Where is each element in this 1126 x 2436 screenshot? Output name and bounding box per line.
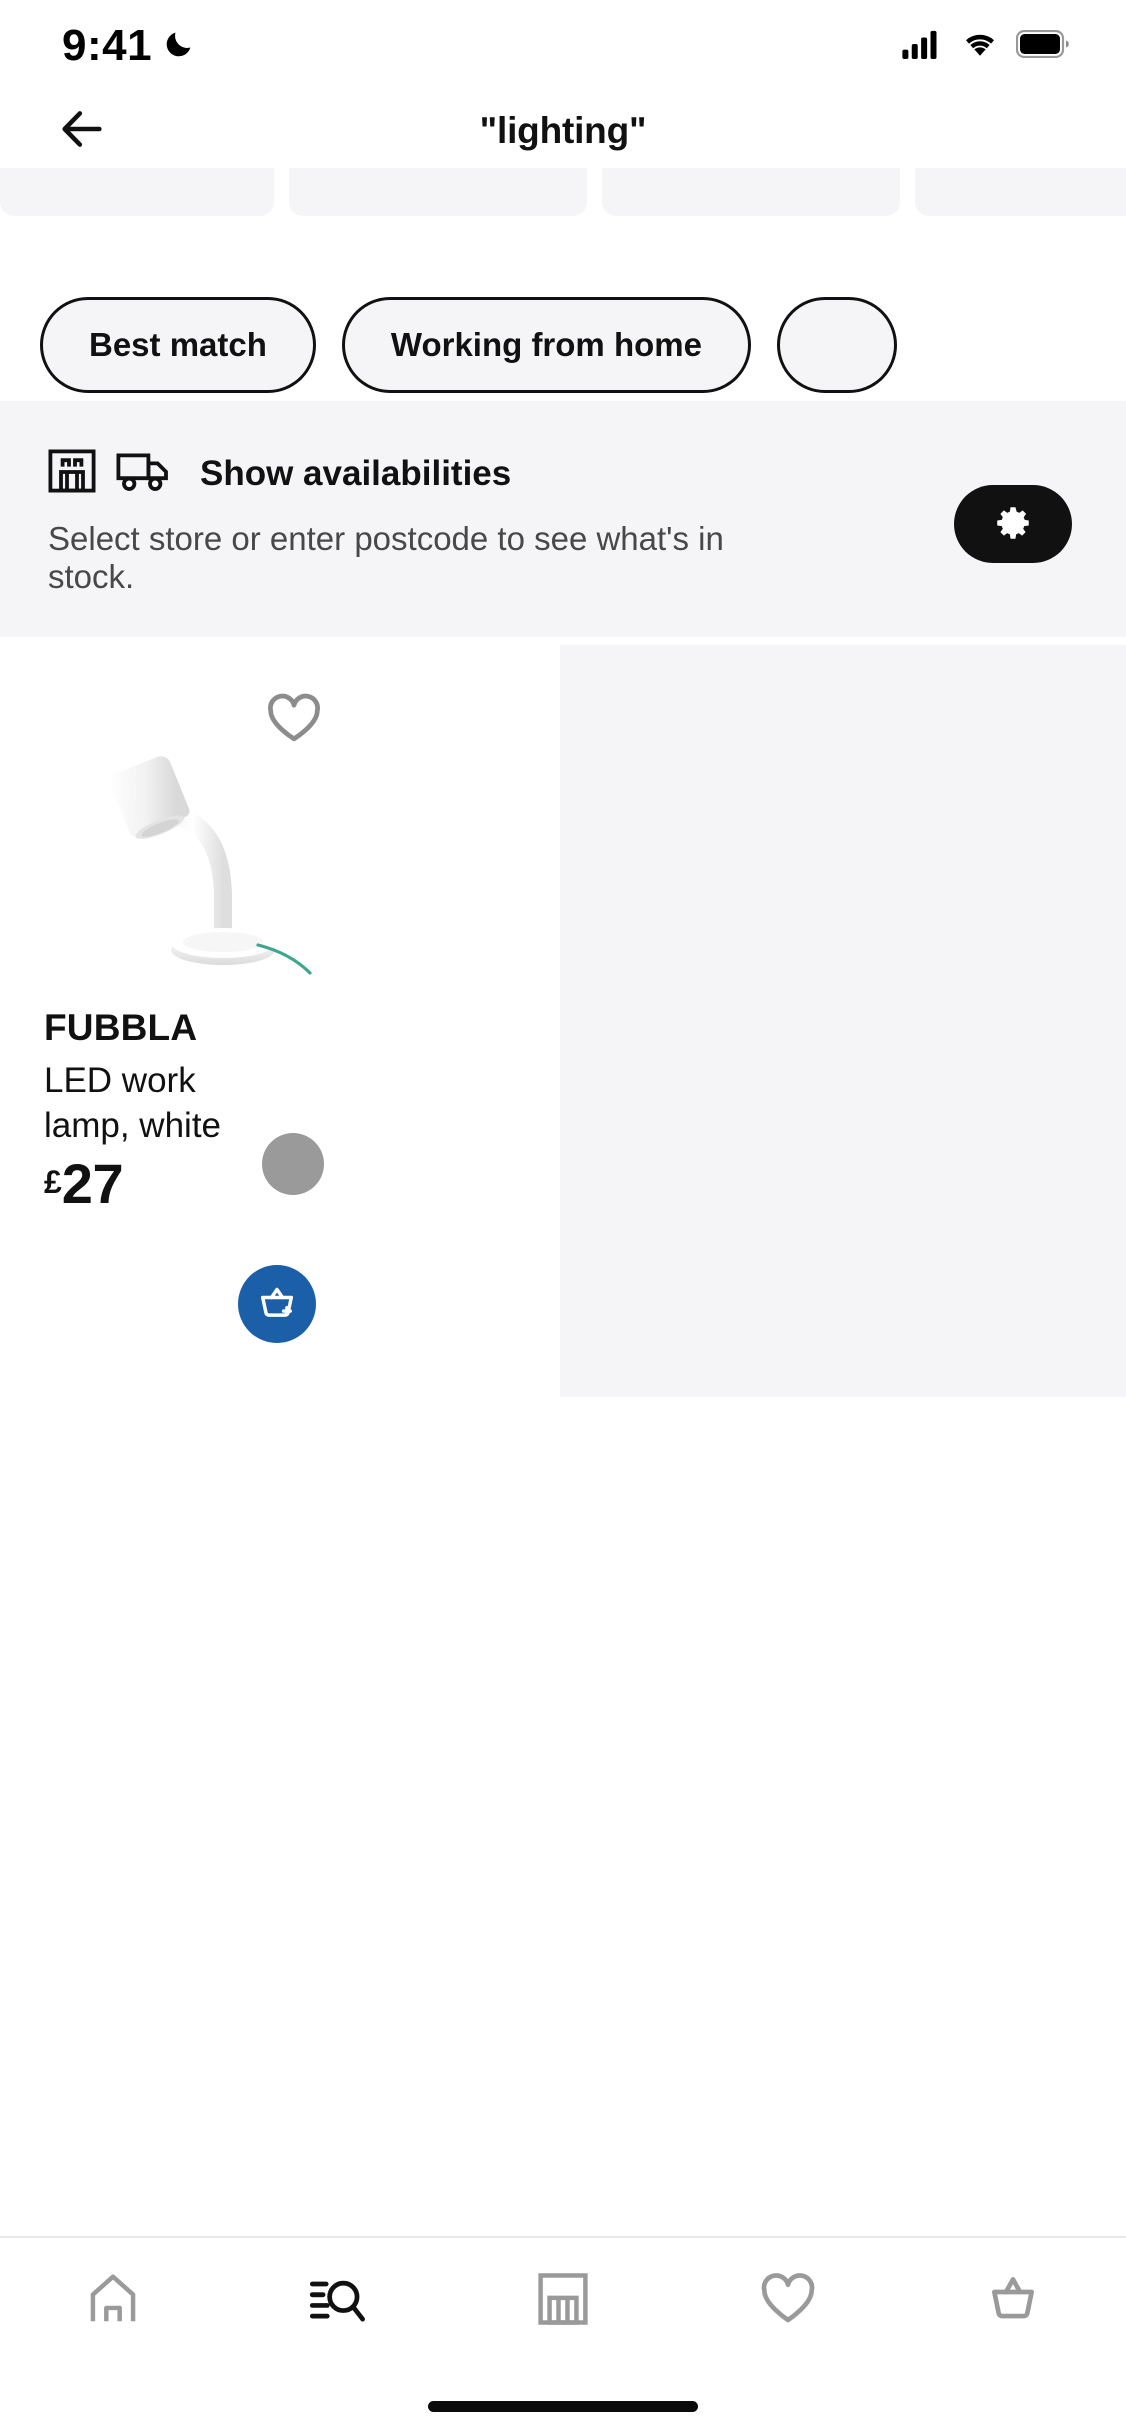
nav-item-home[interactable]: [0, 2238, 225, 2364]
basket-icon: [985, 2271, 1041, 2332]
status-bar-clock: 9:41: [62, 21, 153, 70]
home-icon: [84, 2270, 142, 2333]
back-button[interactable]: [44, 93, 120, 169]
product-price: £ 27: [44, 1152, 124, 1215]
wifi-icon: [960, 29, 1000, 64]
product-card-placeholder[interactable]: [560, 645, 1126, 1397]
category-card[interactable]: [915, 168, 1126, 216]
search-list-icon: [308, 2270, 368, 2333]
category-card[interactable]: [289, 168, 587, 216]
category-card[interactable]: [602, 168, 900, 216]
color-swatch[interactable]: [262, 1133, 324, 1195]
category-card-strip[interactable]: [0, 168, 1126, 216]
filter-chip-overflow[interactable]: [776, 297, 897, 393]
search-results-grid: FUBBLA LED work lamp, white £ 27: [0, 645, 1126, 2397]
filter-chip-row[interactable]: Best match Working from home: [0, 285, 1126, 405]
nav-item-search[interactable]: [225, 2238, 450, 2364]
price-value: 27: [61, 1152, 124, 1215]
status-bar: 9:41: [0, 0, 1126, 92]
delivery-truck-icon: [116, 449, 172, 498]
battery-full-icon: [1015, 29, 1070, 63]
filter-chip-best-match[interactable]: Best match: [40, 297, 316, 393]
wishlist-button[interactable]: [262, 689, 326, 753]
moon-icon: [162, 27, 196, 66]
nav-item-wishlist[interactable]: [676, 2238, 901, 2364]
signal-bars-icon: [902, 29, 944, 64]
store-icon: [536, 2271, 590, 2332]
bottom-navigation-bar: [0, 2236, 1126, 2364]
product-card[interactable]: FUBBLA LED work lamp, white £ 27: [0, 645, 558, 1397]
gear-icon: [992, 502, 1034, 547]
page-title: "lighting": [479, 110, 647, 151]
nav-item-basket[interactable]: [901, 2238, 1126, 2364]
price-currency: £: [44, 1164, 62, 1200]
product-name: FUBBLA: [44, 1007, 198, 1048]
status-bar-left: 9:41: [62, 24, 196, 68]
product-description: LED work lamp, white: [44, 1061, 222, 1145]
app-header: "lighting": [0, 92, 1126, 170]
arrow-left-icon: [56, 103, 108, 160]
heart-outline-icon: [266, 693, 322, 750]
availability-title: Show availabilities: [200, 453, 512, 493]
heart-outline-icon: [759, 2271, 817, 2332]
home-indicator: [428, 2401, 698, 2412]
add-to-basket-button[interactable]: [238, 1265, 316, 1343]
app-screen: 9:41 "lighting" Best match Working from …: [0, 0, 1126, 2436]
basket-plus-icon: [255, 1281, 299, 1328]
filter-chip-working-from-home[interactable]: Working from home: [341, 297, 751, 393]
availability-header: Show availabilities: [48, 449, 1078, 498]
availability-subtitle: Select store or enter postcode to see wh…: [48, 520, 724, 596]
status-bar-right: [902, 29, 1070, 64]
store-icon: [48, 449, 96, 498]
availability-settings-button[interactable]: [954, 485, 1072, 563]
category-card[interactable]: [0, 168, 274, 216]
nav-item-stores[interactable]: [450, 2238, 675, 2364]
availability-banner: Show availabilities Select store or ente…: [0, 401, 1126, 637]
